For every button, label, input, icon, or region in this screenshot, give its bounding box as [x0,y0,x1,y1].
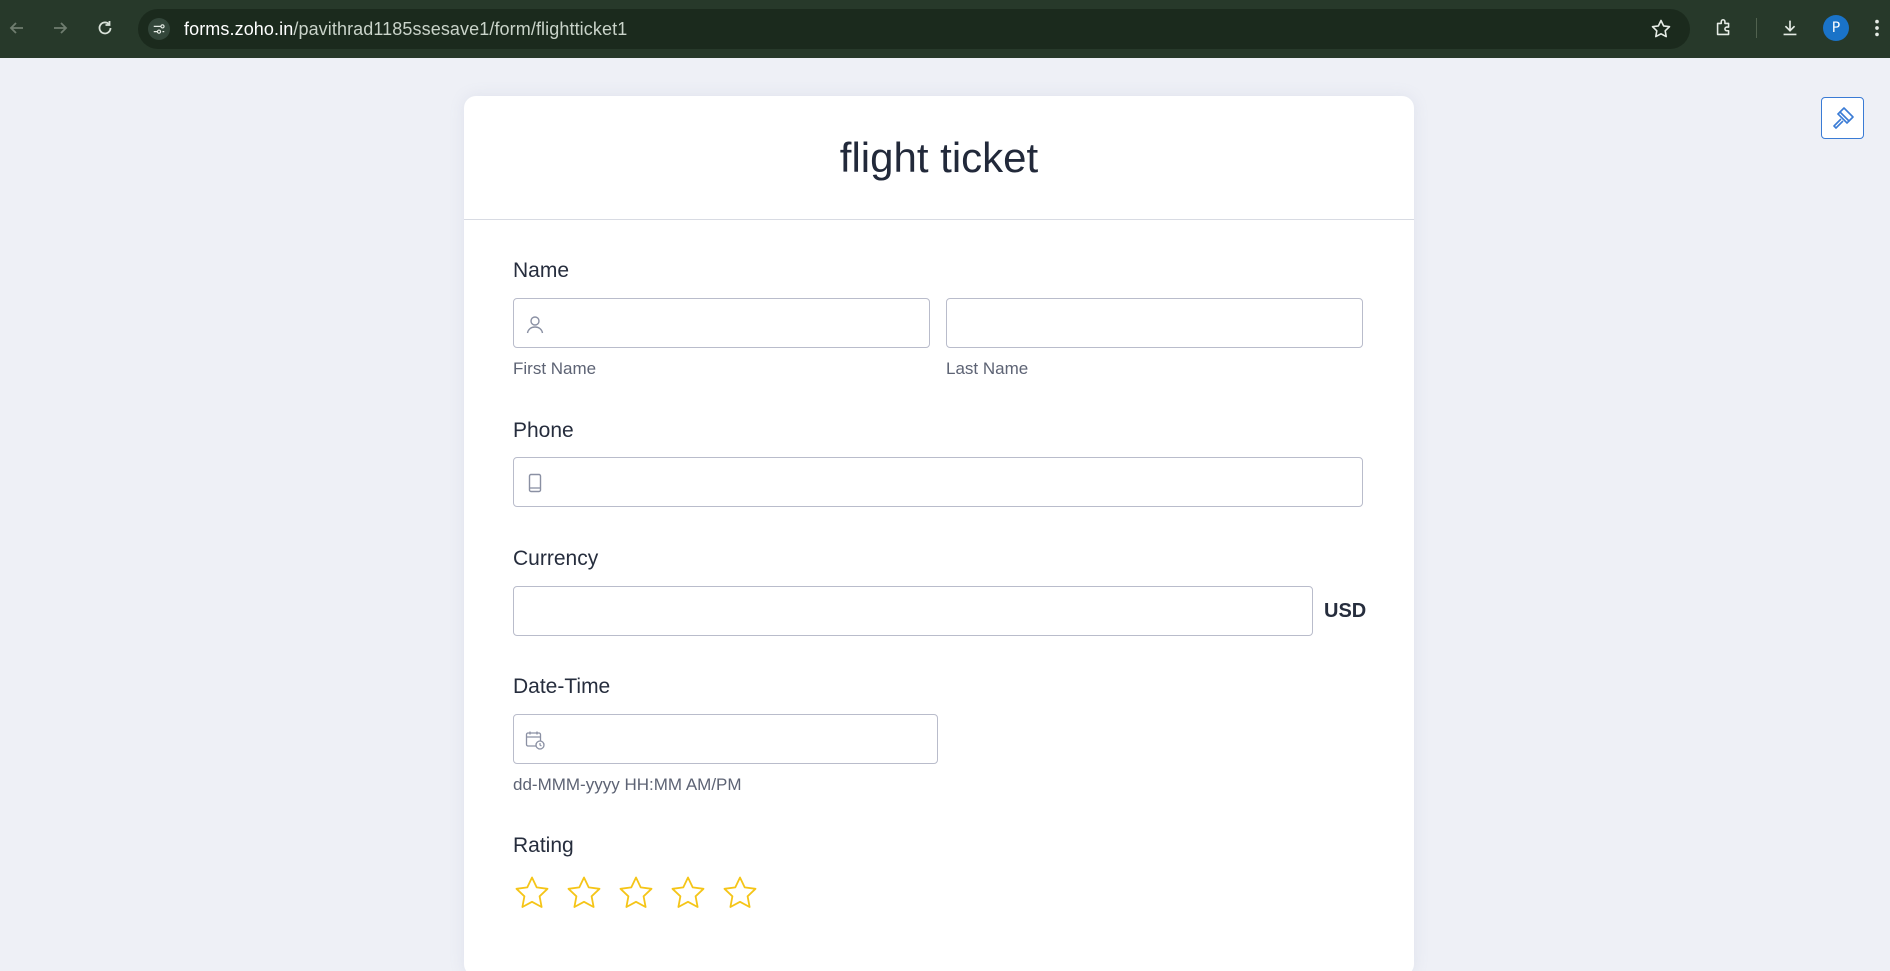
rating-star-icon[interactable] [669,874,707,912]
back-icon[interactable] [3,14,31,42]
forward-icon[interactable] [46,14,74,42]
last-name-sublabel: Last Name [946,359,1029,378]
address-bar[interactable]: forms.zoho.in/pavithrad1185ssesave1/form… [138,9,1690,49]
phone-input[interactable] [513,457,1363,507]
profile-avatar[interactable]: P [1823,15,1849,41]
first-name-input[interactable] [513,298,930,348]
last-name-input[interactable] [946,298,1363,348]
datetime-format-hint: dd-MMM-yyyy HH:MM AM/PM [513,775,742,794]
rating-star-icon[interactable] [617,874,655,912]
rating-label: Rating [513,834,574,857]
browser-toolbar: forms.zoho.in/pavithrad1185ssesave1/form… [0,0,1890,58]
rating-star-icon[interactable] [513,874,551,912]
datetime-input[interactable] [513,714,938,764]
url-host: forms.zoho.in [184,19,294,39]
phone-icon [528,473,542,493]
first-name-sublabel: First Name [513,359,597,378]
currency-unit: USD [1324,600,1367,622]
menu-kebab-icon[interactable] [1869,15,1885,41]
person-icon [526,316,544,334]
download-icon[interactable] [1777,15,1803,41]
datetime-label: Date-Time [513,675,611,698]
theme-painter-button[interactable] [1821,97,1864,139]
form-header: flight ticket [464,96,1414,220]
rating-star-icon[interactable] [565,874,603,912]
paintbrush-icon [1832,107,1854,129]
url-path: /pavithrad1185ssesave1/form/flightticket… [293,19,628,39]
site-settings-icon[interactable] [148,18,170,40]
name-label: Name [513,259,570,282]
form-title: flight ticket [839,133,1039,181]
toolbar-divider [1756,18,1757,38]
bookmark-star-icon[interactable] [1650,18,1672,45]
rating-star-icon[interactable] [721,874,759,912]
extensions-icon[interactable] [1711,15,1737,41]
form-card: flight ticket Name First Name Last Name … [464,96,1414,971]
rating-stars [513,874,759,912]
currency-input[interactable] [513,586,1313,636]
url-text: forms.zoho.in/pavithrad1185ssesave1/form… [184,19,627,40]
reload-icon[interactable] [91,14,119,42]
phone-label: Phone [513,419,574,442]
calendar-clock-icon [525,731,545,750]
currency-label: Currency [513,547,599,570]
